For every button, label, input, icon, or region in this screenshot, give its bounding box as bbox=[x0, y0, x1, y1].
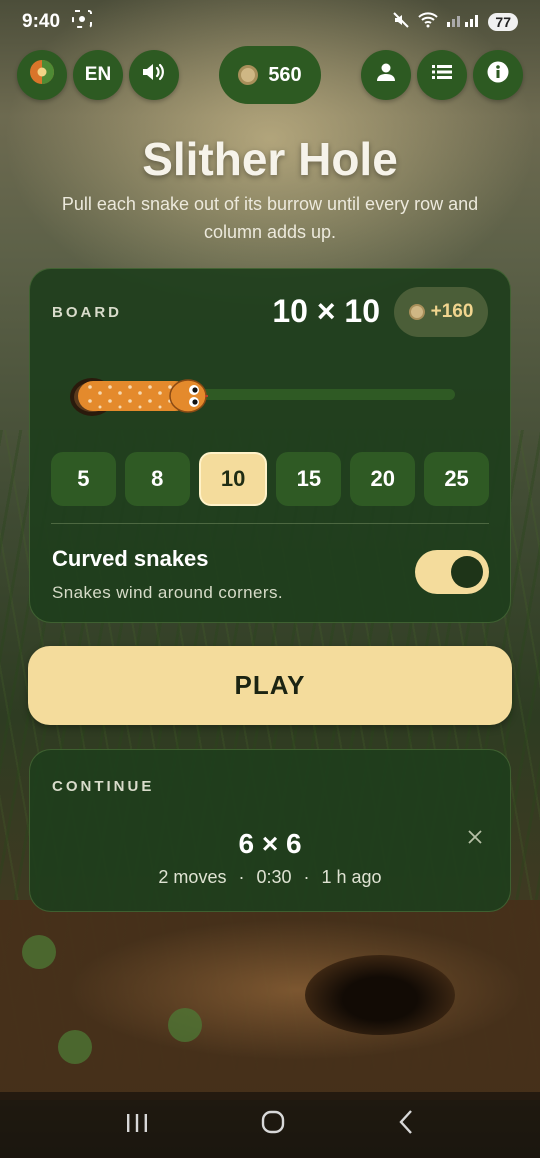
size-option-5[interactable]: 5 bbox=[51, 452, 116, 506]
clover-decoration bbox=[58, 1030, 92, 1064]
signal-icon bbox=[446, 12, 480, 32]
battery-indicator: 77 bbox=[488, 13, 518, 31]
play-button[interactable]: PLAY bbox=[28, 646, 512, 725]
status-time: 9:40 bbox=[22, 11, 61, 32]
size-option-8[interactable]: 8 bbox=[124, 452, 190, 506]
status-bar: 9:40 77 bbox=[0, 0, 540, 44]
board-size-readout: 10 × 10 bbox=[272, 293, 380, 329]
theme-button[interactable] bbox=[17, 50, 67, 100]
person-icon bbox=[376, 62, 396, 88]
board-size-options: 5 8 10 15 20 25 bbox=[51, 452, 489, 506]
coin-count: 560 bbox=[268, 63, 302, 86]
coin-icon bbox=[238, 65, 259, 85]
continue-card[interactable]: CONTINUE 6 × 6 2 moves · 0:30 · 1 h ago bbox=[29, 749, 511, 912]
sound-button[interactable] bbox=[129, 50, 179, 100]
saved-game-meta: 2 moves · 0:30 · 1 h ago bbox=[30, 867, 510, 888]
coin-bonus-badge: +160 bbox=[394, 287, 488, 337]
back-icon[interactable] bbox=[397, 1109, 415, 1142]
divider bbox=[51, 523, 489, 524]
curved-snakes-toggle[interactable] bbox=[415, 550, 489, 594]
app-title: Slither Hole bbox=[142, 133, 398, 185]
home-icon[interactable] bbox=[260, 1109, 286, 1142]
theme-icon bbox=[29, 59, 55, 91]
board-label: BOARD bbox=[52, 304, 122, 321]
info-icon bbox=[487, 61, 509, 89]
snake-slider-thumb[interactable] bbox=[68, 367, 211, 423]
wifi-icon bbox=[418, 12, 439, 32]
recent-apps-icon[interactable] bbox=[125, 1110, 149, 1141]
info-button[interactable] bbox=[473, 50, 523, 100]
profile-button[interactable] bbox=[361, 50, 411, 100]
curved-snakes-title: Curved snakes bbox=[52, 546, 209, 571]
size-option-25[interactable]: 25 bbox=[424, 452, 489, 506]
meta-separator: · bbox=[238, 867, 245, 887]
clover-decoration bbox=[22, 935, 56, 969]
saved-game-moves: 2 moves bbox=[158, 867, 227, 887]
toggle-knob bbox=[451, 556, 483, 588]
size-option-15[interactable]: 15 bbox=[276, 452, 342, 506]
dirt-background bbox=[0, 900, 540, 1100]
size-option-20[interactable]: 20 bbox=[350, 452, 416, 506]
mute-icon bbox=[392, 11, 410, 33]
list-icon bbox=[432, 64, 452, 86]
language-button[interactable]: EN bbox=[73, 50, 123, 100]
levels-button[interactable] bbox=[417, 50, 467, 100]
burrow-hole bbox=[305, 955, 455, 1035]
system-nav-bar bbox=[0, 1092, 540, 1158]
board-settings-card: BOARD 10 × 10 +160 5 8 10 15 20 25 Curve… bbox=[29, 268, 511, 623]
screenshot-icon bbox=[72, 10, 93, 34]
saved-game-ago: 1 h ago bbox=[321, 867, 382, 887]
top-bar: EN 560 bbox=[0, 46, 540, 104]
saved-game-size: 6 × 6 bbox=[238, 828, 302, 859]
coin-bonus-value: +160 bbox=[430, 301, 474, 322]
size-option-10[interactable]: 10 bbox=[198, 452, 268, 506]
saved-game-time: 0:30 bbox=[256, 867, 292, 887]
speaker-icon bbox=[141, 61, 167, 89]
app-subtitle: Pull each snake out of its burrow until … bbox=[61, 194, 479, 242]
continue-label: CONTINUE bbox=[52, 778, 155, 795]
close-icon[interactable] bbox=[468, 824, 482, 850]
clover-decoration bbox=[168, 1008, 202, 1042]
coin-balance: 560 bbox=[219, 46, 321, 104]
curved-snakes-description: Snakes wind around corners. bbox=[52, 583, 283, 602]
coin-icon bbox=[408, 304, 425, 320]
meta-separator: · bbox=[303, 867, 310, 887]
